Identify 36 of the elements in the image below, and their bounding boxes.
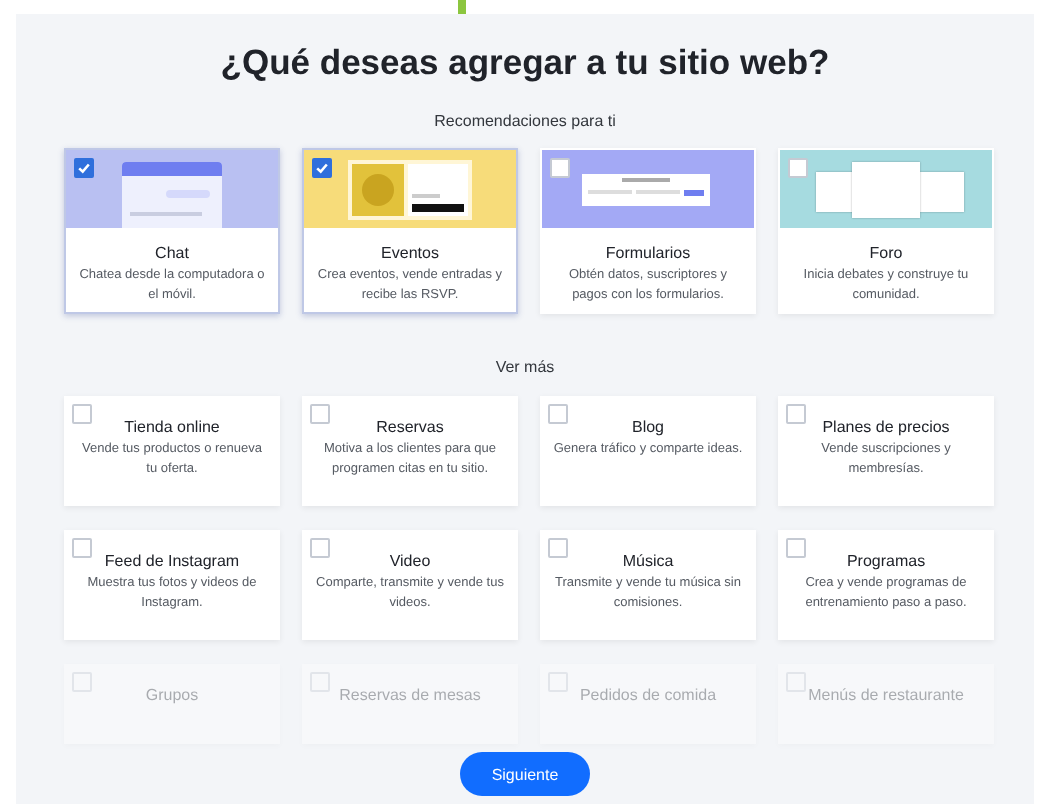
card-title: Video xyxy=(389,552,431,572)
card-title: Menús de restaurante xyxy=(808,686,964,706)
card-title: Grupos xyxy=(145,686,199,706)
step-marker xyxy=(458,0,466,14)
card-title: Reservas xyxy=(376,418,444,438)
card-title: Música xyxy=(622,552,674,572)
card-title: Chat xyxy=(155,244,189,264)
checkbox[interactable] xyxy=(312,158,332,178)
checkbox[interactable] xyxy=(548,404,568,424)
form-drawing xyxy=(582,174,710,206)
card-title: Programas xyxy=(846,552,926,572)
checkbox[interactable] xyxy=(548,538,568,558)
event-page-drawing xyxy=(348,160,472,220)
card-title: Planes de precios xyxy=(822,418,950,438)
chat-window-drawing xyxy=(122,162,222,228)
checkbox[interactable] xyxy=(788,158,808,178)
checkbox[interactable] xyxy=(786,538,806,558)
checkbox[interactable] xyxy=(74,158,94,178)
card-title: Pedidos de comida xyxy=(579,686,717,706)
card-title: Reservas de mesas xyxy=(339,686,481,706)
card-title: Feed de Instagram xyxy=(104,552,240,572)
next-button[interactable]: Siguiente xyxy=(460,752,590,796)
page-title: ¿Qué deseas agregar a tu sitio web? xyxy=(220,42,830,82)
card-title: Foro xyxy=(869,244,903,264)
checkbox[interactable] xyxy=(72,404,92,424)
card-title: Eventos xyxy=(381,244,439,264)
card-title: Formularios xyxy=(605,244,691,264)
checkbox[interactable] xyxy=(550,158,570,178)
card-title: Tienda online xyxy=(124,418,220,438)
checkbox[interactable] xyxy=(310,538,330,558)
card-title: Blog xyxy=(631,418,664,438)
section-heading: Ver más xyxy=(495,358,555,378)
checkbox[interactable] xyxy=(786,404,806,424)
section-heading: Recomendaciones para ti xyxy=(434,112,616,132)
checkbox[interactable] xyxy=(310,404,330,424)
checkbox[interactable] xyxy=(72,538,92,558)
